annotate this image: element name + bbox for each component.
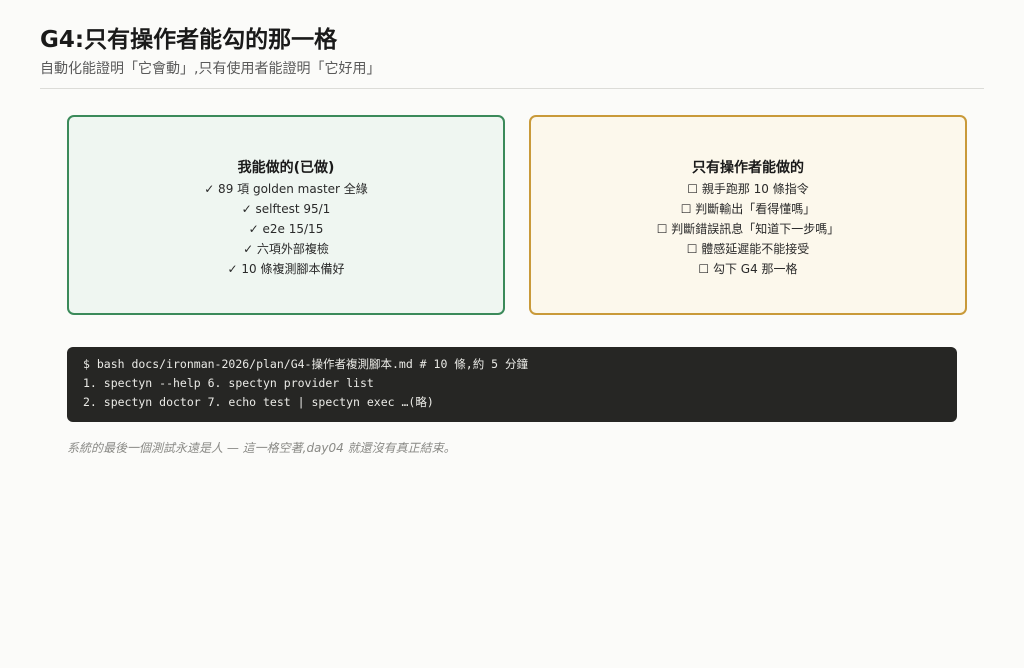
operator-item: ☐ 判斷錯誤訊息「知道下一步嗎」 bbox=[656, 222, 840, 236]
done-item: ✓ 10 條複測腳本備好 bbox=[227, 262, 345, 276]
done-item: ✓ 89 項 golden master 全綠 bbox=[204, 182, 368, 196]
footnote: 系統的最後一個測試永遠是人 — 這一格空著,day04 就還沒有真正結束。 bbox=[67, 441, 456, 455]
terminal-line: 1. spectyn --help 6. spectyn provider li… bbox=[83, 376, 374, 390]
terminal-block: $ bash docs/ironman-2026/plan/G4-操作者複測腳本… bbox=[67, 347, 957, 422]
page-subtitle: 自動化能證明「它會動」,只有使用者能證明「它好用」 bbox=[40, 61, 381, 77]
operator-item: ☐ 親手跑那 10 條指令 bbox=[687, 182, 809, 196]
done-card: 我能做的(已做) ✓ 89 項 golden master 全綠 ✓ selft… bbox=[67, 115, 505, 315]
operator-card-title: 只有操作者能做的 bbox=[692, 160, 804, 176]
operator-list: ☐ 親手跑那 10 條指令 ☐ 判斷輸出「看得懂嗎」 ☐ 判斷錯誤訊息「知道下一… bbox=[531, 179, 965, 279]
operator-item: ☐ 勾下 G4 那一格 bbox=[698, 262, 798, 276]
terminal-line: 2. spectyn doctor 7. echo test | spectyn… bbox=[83, 395, 434, 409]
done-item: ✓ 六項外部複檢 bbox=[243, 242, 329, 256]
terminal-command-line: $ bash docs/ironman-2026/plan/G4-操作者複測腳本… bbox=[83, 357, 528, 371]
page-header: G4:只有操作者能勾的那一格 自動化能證明「它會動」,只有使用者能證明「它好用」 bbox=[40, 24, 984, 80]
header-divider bbox=[40, 88, 984, 89]
operator-item: ☐ 判斷輸出「看得懂嗎」 bbox=[680, 202, 816, 216]
page-title: G4:只有操作者能勾的那一格 bbox=[40, 27, 338, 53]
done-list: ✓ 89 項 golden master 全綠 ✓ selftest 95/1 … bbox=[69, 179, 503, 279]
done-item: ✓ selftest 95/1 bbox=[241, 202, 331, 216]
operator-item: ☐ 體感延遲能不能接受 bbox=[686, 242, 810, 256]
done-card-title: 我能做的(已做) bbox=[237, 160, 335, 176]
done-item: ✓ e2e 15/15 bbox=[248, 222, 324, 236]
operator-card: 只有操作者能做的 ☐ 親手跑那 10 條指令 ☐ 判斷輸出「看得懂嗎」 ☐ 判斷… bbox=[529, 115, 967, 315]
